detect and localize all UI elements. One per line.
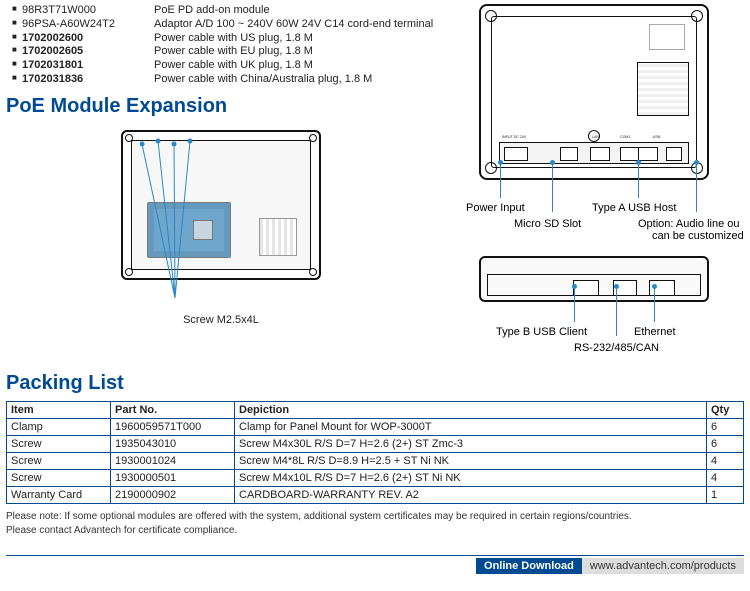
online-download-url: www.advantech.com/products bbox=[582, 558, 744, 574]
accessory-desc: Adaptor A/D 100 ~ 240V 60W 24V C14 cord-… bbox=[154, 18, 434, 32]
accessory-row: ■1702002605Power cable with EU plug, 1.8… bbox=[12, 45, 434, 59]
cell-partno: 1930000501 bbox=[111, 470, 235, 487]
cap-micro-sd: Micro SD Slot bbox=[514, 218, 581, 230]
th-item: Item bbox=[7, 402, 111, 419]
packing-table: Item Part No. Depiction Qty Clamp1960059… bbox=[6, 401, 744, 504]
cell-partno: 1960059571T000 bbox=[111, 419, 235, 436]
accessory-row: ■1702031836Power cable with China/Austra… bbox=[12, 73, 434, 87]
cell-qty: 6 bbox=[707, 419, 744, 436]
footer-bar: Online Download www.advantech.com/produc… bbox=[6, 555, 744, 574]
accessory-desc: Power cable with China/Australia plug, 1… bbox=[154, 73, 434, 87]
table-row: Clamp1960059571T000Clamp for Panel Mount… bbox=[7, 419, 744, 436]
table-row: Screw1935043010Screw M4x30L R/S D=7 H=2.… bbox=[7, 436, 744, 453]
cap-usb-client: Type B USB Client bbox=[496, 326, 587, 338]
bullet-icon: ■ bbox=[12, 4, 22, 14]
cell-depiction: CARDBOARD-WARRANTY REV. A2 bbox=[235, 487, 707, 504]
bullet-icon: ■ bbox=[12, 32, 22, 42]
cell-partno: 1935043010 bbox=[111, 436, 235, 453]
cell-qty: 1 bbox=[707, 487, 744, 504]
cap-ethernet: Ethernet bbox=[634, 326, 676, 338]
accessory-list: ■98R3T71W000PoE PD add-on module■96PSA-A… bbox=[6, 4, 434, 87]
accessory-desc: PoE PD add-on module bbox=[154, 4, 434, 18]
cell-qty: 4 bbox=[707, 453, 744, 470]
cap-audio-2: can be customized bbox=[652, 230, 744, 242]
accessory-row: ■98R3T71W000PoE PD add-on module bbox=[12, 4, 434, 18]
cell-item: Screw bbox=[7, 436, 111, 453]
cell-partno: 1930001024 bbox=[111, 453, 235, 470]
section-title-poe: PoE Module Expansion bbox=[6, 95, 434, 118]
bullet-icon: ■ bbox=[12, 59, 22, 69]
cell-item: Clamp bbox=[7, 419, 111, 436]
section-title-packing: Packing List bbox=[6, 372, 744, 395]
cell-qty: 6 bbox=[707, 436, 744, 453]
accessory-row: ■1702031801Power cable with UK plug, 1.8… bbox=[12, 59, 434, 73]
bullet-icon: ■ bbox=[12, 73, 22, 83]
cell-depiction: Screw M4x10L R/S D=7 H=2.6 (2+) ST Ni NK bbox=[235, 470, 707, 487]
front-diagram: Type B USB Client Ethernet RS-232/485/CA… bbox=[444, 256, 744, 366]
compliance-note: Please note: If some optional modules ar… bbox=[6, 510, 744, 537]
accessory-sku: 96PSA-A60W24T2 bbox=[22, 18, 154, 32]
th-qty: Qty bbox=[707, 402, 744, 419]
rear-diagram: INPUT DC 24V LAN COM1 USB Power Inp bbox=[444, 4, 744, 240]
bullet-icon: ■ bbox=[12, 18, 22, 28]
cap-audio-1: Option: Audio line ou bbox=[638, 218, 740, 230]
cell-depiction: Screw M4*8L R/S D=8.9 H=2.5 + ST Ni NK bbox=[235, 453, 707, 470]
table-row: Warranty Card2190000902CARDBOARD-WARRANT… bbox=[7, 487, 744, 504]
th-depiction: Depiction bbox=[235, 402, 707, 419]
accessory-sku: 98R3T71W000 bbox=[22, 4, 154, 18]
accessory-row: ■96PSA-A60W24T2Adaptor A/D 100 ~ 240V 60… bbox=[12, 18, 434, 32]
cell-item: Warranty Card bbox=[7, 487, 111, 504]
th-partno: Part No. bbox=[111, 402, 235, 419]
accessory-desc: Power cable with EU plug, 1.8 M bbox=[154, 45, 434, 59]
online-download-label: Online Download bbox=[476, 558, 582, 574]
bullet-icon: ■ bbox=[12, 45, 22, 55]
accessory-desc: Power cable with UK plug, 1.8 M bbox=[154, 59, 434, 73]
accessory-sku: 1702031801 bbox=[22, 59, 154, 73]
cap-power-input: Power Input bbox=[466, 202, 525, 214]
poe-screw-label: Screw M2.5x4L bbox=[76, 314, 366, 326]
table-row: Screw1930000501Screw M4x10L R/S D=7 H=2.… bbox=[7, 470, 744, 487]
cell-qty: 4 bbox=[707, 470, 744, 487]
cell-item: Screw bbox=[7, 470, 111, 487]
cap-usb-host: Type A USB Host bbox=[592, 202, 676, 214]
cell-item: Screw bbox=[7, 453, 111, 470]
table-row: Screw1930001024Screw M4*8L R/S D=8.9 H=2… bbox=[7, 453, 744, 470]
accessory-row: ■1702002600Power cable with US plug, 1.8… bbox=[12, 32, 434, 46]
accessory-sku: 1702002600 bbox=[22, 32, 154, 46]
accessory-desc: Power cable with US plug, 1.8 M bbox=[154, 32, 434, 46]
cell-depiction: Clamp for Panel Mount for WOP-3000T bbox=[235, 419, 707, 436]
accessory-sku: 1702002605 bbox=[22, 45, 154, 59]
cell-partno: 2190000902 bbox=[111, 487, 235, 504]
poe-diagram: Screw M2.5x4L bbox=[76, 124, 366, 332]
cap-serial: RS-232/485/CAN bbox=[574, 342, 659, 354]
accessory-sku: 1702031836 bbox=[22, 73, 154, 87]
cell-depiction: Screw M4x30L R/S D=7 H=2.6 (2+) ST Zmc-3 bbox=[235, 436, 707, 453]
